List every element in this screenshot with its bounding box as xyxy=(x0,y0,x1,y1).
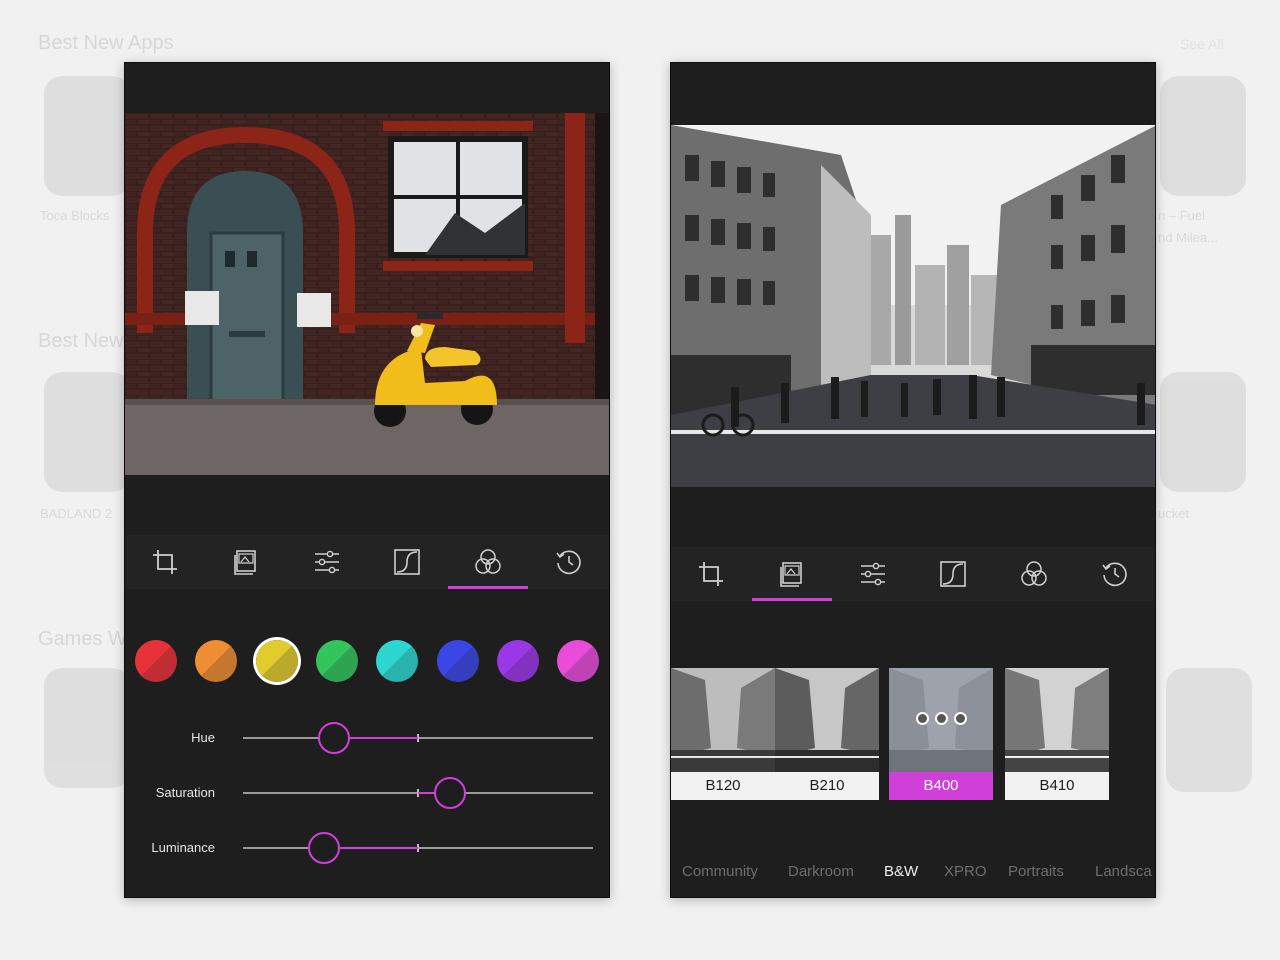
bg-caption: Toca Blocks xyxy=(40,208,110,223)
tool-color-mix[interactable] xyxy=(994,547,1075,601)
hsl-editor-panel: Hue Saturation Luminance xyxy=(124,62,610,898)
tool-adjust[interactable] xyxy=(286,535,367,589)
filter-preset-b120[interactable]: B120 xyxy=(671,668,775,800)
bg-caption: nd Milea... xyxy=(1158,230,1218,245)
tool-curves[interactable] xyxy=(913,547,994,601)
filter-preset-b210[interactable]: B210 xyxy=(775,668,879,800)
filter-thumbnail xyxy=(775,668,879,772)
filter-label: B400 xyxy=(889,772,993,800)
city-street-image xyxy=(671,125,1155,487)
tab-xpro[interactable]: XPRO xyxy=(944,863,987,880)
bg-caption: ucket xyxy=(1158,506,1190,521)
color-swatch-cyan[interactable] xyxy=(376,640,419,682)
filter-label: B410 xyxy=(1039,777,1075,794)
history-icon xyxy=(1102,562,1127,587)
color-swatch-red[interactable] xyxy=(135,640,177,682)
adjust-icon xyxy=(860,562,885,586)
filter-preset-b410[interactable]: B410 xyxy=(1005,668,1109,800)
color-swatch-yellow[interactable] xyxy=(255,640,298,682)
filter-label: B210 xyxy=(809,777,845,794)
slider-label: Saturation xyxy=(155,785,215,800)
editor-toolbar xyxy=(125,535,609,589)
adjust-icon xyxy=(314,550,339,574)
hue-slider-thumb[interactable] xyxy=(318,722,350,754)
color-swatches xyxy=(135,638,605,686)
slider-label: Luminance xyxy=(151,840,215,855)
luminance-slider-track[interactable] xyxy=(243,832,593,864)
presets-icon xyxy=(234,550,256,575)
slider-saturation: Saturation xyxy=(125,773,609,813)
crop-icon xyxy=(153,550,178,574)
filter-options-icon[interactable] xyxy=(889,710,993,729)
bg-caption: BADLAND 2 xyxy=(40,506,113,521)
color-swatch-green[interactable] xyxy=(315,640,358,682)
history-icon xyxy=(556,550,581,575)
slider-luminance: Luminance xyxy=(125,828,609,868)
curves-icon xyxy=(394,549,421,575)
filters-panel: B120 B210 B400 B410 Community Darkroom B… xyxy=(670,62,1156,898)
color-swatch-purple[interactable] xyxy=(496,640,539,682)
tool-crop[interactable] xyxy=(125,535,206,589)
tool-presets[interactable] xyxy=(206,535,287,589)
tool-history[interactable] xyxy=(528,535,609,589)
bg-see-all: See All xyxy=(1180,36,1224,52)
tab-landscapes[interactable]: Landsca xyxy=(1095,863,1152,880)
bg-app-tile xyxy=(1160,76,1246,196)
brick-wall-scooter-image xyxy=(125,113,609,475)
filter-category-tabs: Community Darkroom B&W XPRO Portraits La… xyxy=(671,859,1155,889)
bg-app-tile xyxy=(1166,668,1252,792)
bg-app-tile xyxy=(44,668,130,788)
tab-darkroom[interactable]: Darkroom xyxy=(788,863,854,880)
saturation-slider-thumb[interactable] xyxy=(433,777,466,809)
slider-hue: Hue xyxy=(125,718,609,758)
slider-label: Hue xyxy=(191,730,215,745)
curves-icon xyxy=(940,561,967,587)
tool-color-mix[interactable] xyxy=(447,535,529,589)
filter-thumbnail xyxy=(671,668,775,772)
color-swatch-blue[interactable] xyxy=(436,640,479,682)
color-mix-icon xyxy=(475,549,501,574)
bg-heading-games: Games W xyxy=(38,628,127,650)
photo-preview xyxy=(671,125,1155,487)
tool-adjust[interactable] xyxy=(832,547,913,601)
color-swatch-orange[interactable] xyxy=(195,640,238,682)
hue-slider-track[interactable] xyxy=(243,722,593,754)
tab-portraits[interactable]: Portraits xyxy=(1008,863,1064,880)
tool-curves[interactable] xyxy=(367,535,448,589)
crop-icon xyxy=(699,562,724,586)
bg-caption: n – Fuel xyxy=(1158,208,1205,223)
filter-preset-b400[interactable]: B400 xyxy=(889,668,993,800)
bg-app-tile xyxy=(44,372,130,492)
color-swatch-magenta[interactable] xyxy=(557,640,600,682)
editor-toolbar xyxy=(671,547,1155,601)
color-mix-icon xyxy=(1021,561,1047,586)
tool-history[interactable] xyxy=(1074,547,1155,601)
bg-heading-best-new: Best New xyxy=(38,330,124,352)
presets-icon xyxy=(780,562,802,587)
filter-thumbnail xyxy=(1005,668,1109,772)
luminance-slider-thumb[interactable] xyxy=(307,832,340,864)
bg-app-tile xyxy=(1160,372,1246,492)
bg-heading-best-new-apps: Best New Apps xyxy=(38,32,174,54)
tool-crop[interactable] xyxy=(671,547,752,601)
tab-bw[interactable]: B&W xyxy=(884,863,918,880)
bg-app-tile xyxy=(44,76,130,196)
saturation-slider-track[interactable] xyxy=(243,777,593,809)
filter-label: B120 xyxy=(705,777,741,794)
tool-presets[interactable] xyxy=(751,547,833,601)
tab-community[interactable]: Community xyxy=(682,863,758,880)
photo-preview xyxy=(125,113,609,475)
